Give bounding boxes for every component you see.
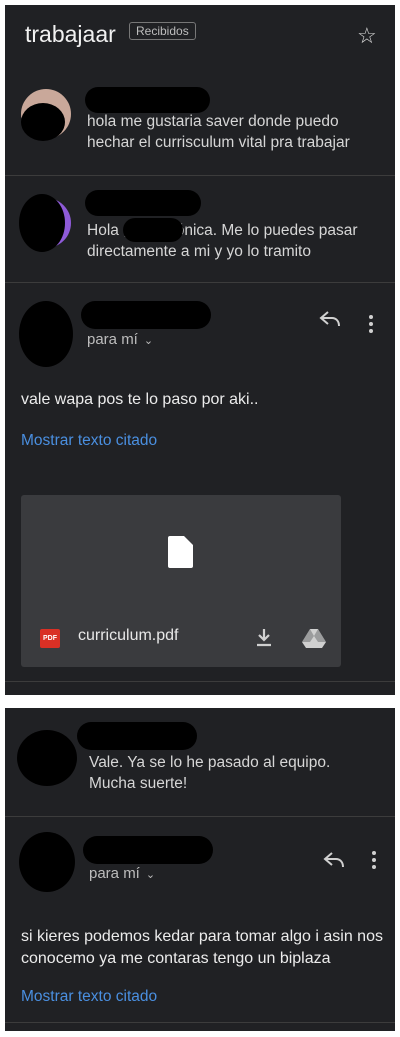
redacted-sender-name — [85, 190, 201, 216]
redacted-sender-name — [83, 836, 213, 864]
recipient-line[interactable]: para mí ⌄ — [87, 331, 153, 348]
inbox-label-chip[interactable]: Recibidos — [129, 22, 196, 40]
divider — [5, 1022, 395, 1023]
redacted-name — [123, 218, 183, 242]
redacted-sender-name — [77, 722, 197, 750]
redacted-avatar — [17, 730, 77, 786]
divider — [5, 282, 395, 283]
more-options-icon[interactable] — [370, 850, 378, 875]
redacted-scribble — [21, 103, 65, 141]
divider — [5, 816, 395, 817]
message-snippet[interactable]: Vale. Ya se lo he pasado al equipo. Much… — [89, 752, 379, 794]
message-snippet: hola me gustaria saver donde puedo hecha… — [87, 113, 350, 151]
download-icon[interactable] — [254, 627, 274, 652]
recipient-label: para mí — [87, 331, 138, 348]
redacted-sender-name — [81, 301, 211, 329]
document-icon — [168, 536, 193, 568]
redacted-avatar — [19, 301, 73, 367]
redacted-scribble — [19, 194, 65, 252]
reply-icon[interactable] — [323, 850, 345, 875]
chevron-down-icon[interactable]: ⌄ — [144, 335, 153, 347]
more-options-icon[interactable] — [367, 314, 375, 339]
redacted-sender-name — [85, 87, 210, 113]
divider — [5, 681, 395, 682]
chevron-down-icon[interactable]: ⌄ — [146, 869, 155, 881]
redacted-avatar — [19, 832, 75, 892]
thread-subject: trabajaar — [25, 21, 116, 47]
reply-icon[interactable] — [319, 309, 341, 335]
email-thread-panel: trabajaar Recibidos ☆ hola me gustaria s… — [5, 5, 395, 695]
message-collapsed[interactable]: hola me gustaria saver donde puedo hecha… — [5, 81, 395, 176]
message-body: vale wapa pos te lo paso por aki.. — [21, 391, 259, 408]
show-quoted-text-link[interactable]: Mostrar texto citado — [21, 988, 157, 1006]
drive-icon[interactable] — [302, 628, 326, 653]
message-collapsed[interactable]: Hola , Soy Mónica. Me lo puedes pasar di… — [5, 176, 395, 282]
pdf-icon: PDF — [40, 629, 60, 648]
email-thread-panel: Vale. Ya se lo he pasado al equipo. Much… — [5, 708, 395, 1031]
star-icon[interactable]: ☆ — [357, 23, 377, 49]
message-body: si kieres podemos kedar para tomar algo … — [21, 928, 383, 967]
recipient-label: para mí — [89, 865, 140, 882]
attachment-card[interactable]: PDF curriculum.pdf — [21, 495, 341, 667]
recipient-line[interactable]: para mí ⌄ — [89, 865, 155, 882]
attachment-filename: curriculum.pdf — [78, 627, 179, 644]
show-quoted-text-link[interactable]: Mostrar texto citado — [21, 432, 157, 450]
